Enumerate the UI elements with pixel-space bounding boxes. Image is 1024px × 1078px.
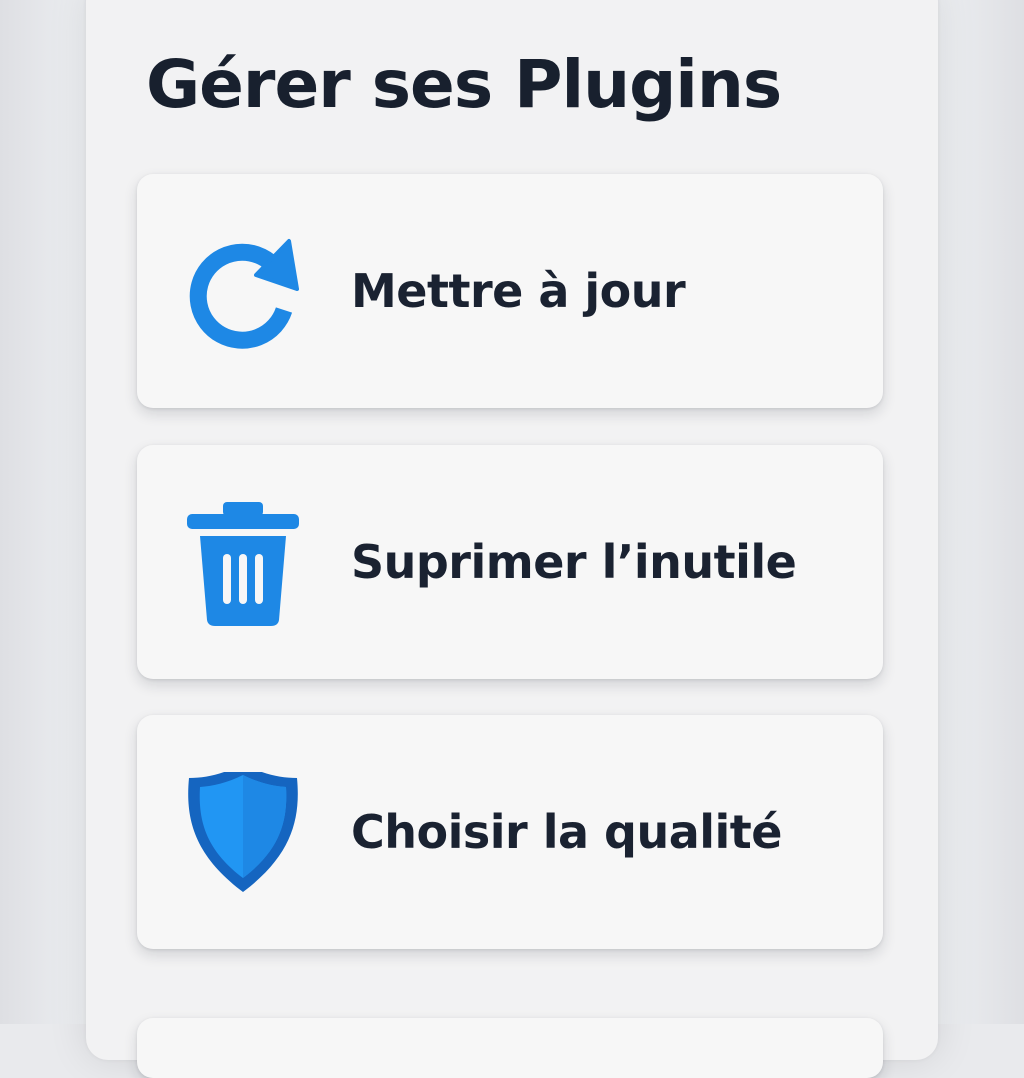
delete-unused-button[interactable]: Suprimer l’inutile (137, 445, 883, 679)
refresh-icon (189, 239, 299, 349)
choose-quality-label: Choisir la qualité (351, 805, 783, 859)
update-plugins-label: Mettre à jour (351, 264, 686, 318)
page-title: Gérer ses Plugins (146, 46, 782, 123)
delete-unused-label: Suprimer l’inutile (351, 535, 797, 589)
trash-icon (187, 502, 299, 626)
shield-icon (188, 772, 298, 892)
choose-quality-button[interactable]: Choisir la qualité (137, 715, 883, 949)
next-action-card[interactable] (137, 1018, 883, 1078)
update-plugins-button[interactable]: Mettre à jour (137, 174, 883, 408)
